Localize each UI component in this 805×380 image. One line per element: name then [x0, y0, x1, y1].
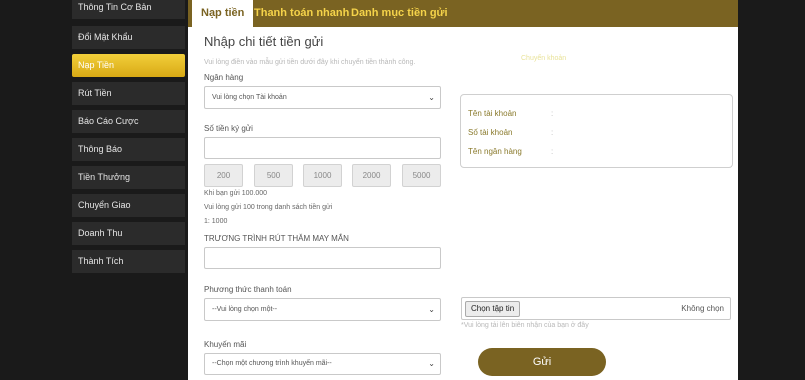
- amount-label: Số tiền ký gửi: [204, 124, 253, 133]
- min-deposit-note: Khi bạn gửi 100.000: [204, 190, 268, 197]
- form-hint: Vui lòng điền vào mẫu gửi tiền dưới đây …: [204, 59, 416, 66]
- transfer-link[interactable]: Chuyển khoản: [521, 55, 566, 62]
- sidebar-item-bet-report[interactable]: Báo Cáo Cược: [72, 110, 185, 133]
- main-panel: Nạp tiền Thanh toán nhanh Danh mục tiền …: [188, 0, 738, 380]
- bank-label: Ngân hàng: [204, 73, 244, 82]
- payment-method-label: Phương thức thanh toán: [204, 285, 292, 294]
- sidebar-item-deposit[interactable]: Nạp Tiền: [72, 54, 185, 77]
- upload-hint: *Vui lòng tải lên biên nhận của bạn ở đâ…: [461, 322, 589, 329]
- sidebar-item-basic-info[interactable]: Thông Tin Cơ Bản: [72, 0, 185, 19]
- promotion-select[interactable]: --Chọn một chương trình khuyến mãi-- ⌄: [204, 353, 441, 375]
- quick-amount-2000[interactable]: 2000: [352, 164, 391, 187]
- sidebar: Thông Tin Cơ Bản Đổi Mật Khẩu Nạp Tiền R…: [0, 0, 190, 380]
- tab-bar: Nạp tiền Thanh toán nhanh Danh mục tiền …: [188, 0, 738, 27]
- choose-file-button[interactable]: Chọn tập tin: [465, 301, 521, 317]
- payment-method-value: --Vui lòng chọn một--: [212, 306, 278, 313]
- account-name-label: Tên tài khoản: [468, 109, 517, 118]
- tab-deposit[interactable]: Nạp tiền: [192, 0, 254, 27]
- sidebar-item-bonus[interactable]: Tiền Thưởng: [72, 166, 185, 189]
- promotion-value: --Chọn một chương trình khuyến mãi--: [212, 360, 332, 367]
- chevron-down-icon: ⌄: [428, 359, 435, 368]
- bank-info-panel: Tên tài khoản : Số tài khoản : Tên ngân …: [460, 94, 733, 168]
- quick-amount-500[interactable]: 500: [254, 164, 293, 187]
- bank-select-value: Vui lòng chọn Tài khoản: [212, 94, 287, 101]
- account-number-label: Số tài khoản: [468, 128, 513, 137]
- chevron-down-icon: ⌄: [428, 305, 435, 314]
- form-title: Nhập chi tiết tiền gửi: [204, 34, 324, 49]
- lucky-draw-label: TRƯƠNG TRÌNH RÚT THĂM MAY MẮN: [204, 234, 349, 243]
- sidebar-item-achievements[interactable]: Thành Tích: [72, 250, 185, 273]
- bank-name-separator: :: [551, 147, 554, 156]
- account-number-separator: :: [551, 128, 554, 137]
- chevron-down-icon: ⌄: [428, 93, 435, 102]
- quick-amount-5000[interactable]: 5000: [402, 164, 441, 187]
- lucky-draw-input[interactable]: [204, 247, 441, 269]
- no-file-text: Không chọn: [681, 304, 724, 313]
- account-name-separator: :: [551, 109, 554, 118]
- submit-button[interactable]: Gửi: [478, 348, 606, 376]
- sidebar-item-revenue[interactable]: Doanh Thu: [72, 222, 185, 245]
- promotion-label: Khuyến mãi: [204, 340, 247, 349]
- deposit-range-note: Vui lòng gửi 100 trong danh sách tiền gử…: [204, 204, 333, 211]
- payment-method-select[interactable]: --Vui lòng chọn một-- ⌄: [204, 298, 441, 321]
- sidebar-item-notifications[interactable]: Thông Báo: [72, 138, 185, 161]
- sidebar-item-change-password[interactable]: Đổi Mật Khẩu: [72, 26, 185, 49]
- quick-amount-1000[interactable]: 1000: [303, 164, 342, 187]
- receipt-upload[interactable]: Chọn tập tin Không chọn: [461, 297, 731, 320]
- bank-select[interactable]: Vui lòng chọn Tài khoản ⌄: [204, 86, 441, 109]
- ratio-note: 1: 1000: [204, 218, 228, 225]
- tab-deposit-list[interactable]: Danh mục tiền gửi: [351, 0, 448, 27]
- sidebar-item-transfer[interactable]: Chuyển Giao: [72, 194, 185, 217]
- sidebar-item-withdraw[interactable]: Rút Tiền: [72, 82, 185, 105]
- amount-input[interactable]: [204, 137, 441, 159]
- tab-quick-payment[interactable]: Thanh toán nhanh: [254, 0, 349, 27]
- bank-name-label: Tên ngân hàng: [468, 147, 522, 156]
- quick-amount-200[interactable]: 200: [204, 164, 243, 187]
